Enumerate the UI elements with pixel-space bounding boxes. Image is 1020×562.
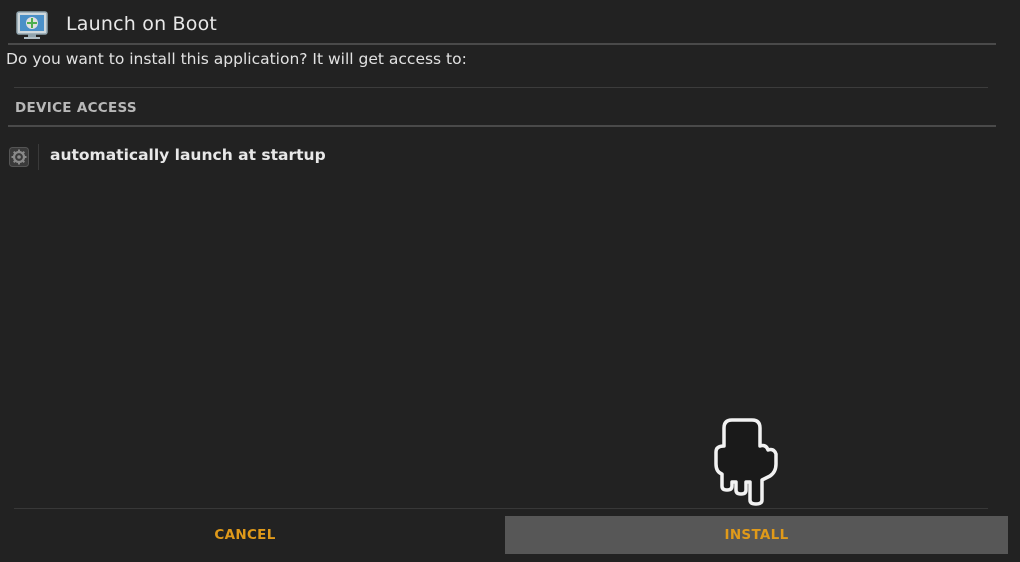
permission-icon-separator [38, 144, 39, 170]
section-divider [8, 125, 996, 127]
launch-on-boot-app-icon [16, 11, 48, 39]
question-divider [14, 87, 988, 88]
hand-pointer-icon [714, 418, 778, 506]
app-title: Launch on Boot [66, 13, 218, 35]
gear-icon [9, 147, 29, 167]
install-question: Do you want to install this application?… [6, 50, 467, 68]
actions-divider [14, 508, 988, 509]
permission-label: automatically launch at startup [50, 146, 326, 164]
permission-item: automatically launch at startup [0, 140, 1000, 172]
header-divider [8, 43, 996, 45]
install-button[interactable]: INSTALL [505, 516, 1008, 554]
install-dialog: Launch on Boot Do you want to install th… [0, 0, 1020, 562]
section-header-device-access: DEVICE ACCESS [15, 100, 137, 116]
dialog-header: Launch on Boot [0, 0, 1020, 44]
cancel-button[interactable]: CANCEL [14, 516, 476, 554]
